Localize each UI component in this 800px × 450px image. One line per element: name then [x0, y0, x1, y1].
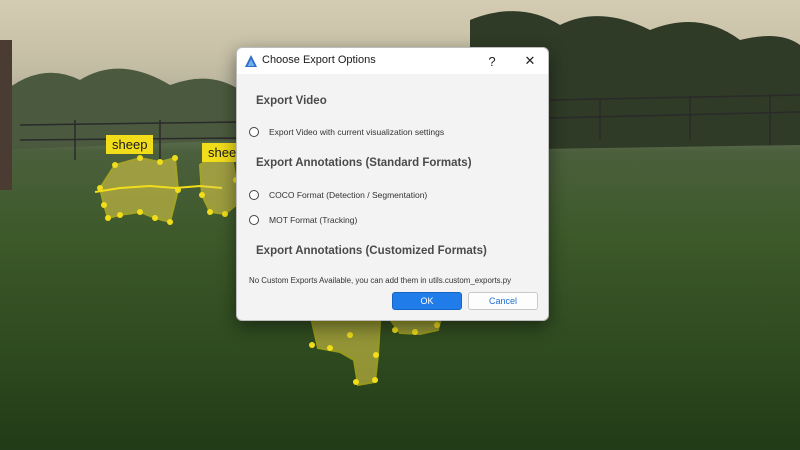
radio-option-coco[interactable]: COCO Format (Detection / Segmentation)	[249, 188, 427, 202]
dialog-title-bar: Choose Export Options ? ✕	[237, 48, 548, 74]
help-button[interactable]: ?	[475, 48, 509, 74]
ok-button[interactable]: OK	[392, 292, 462, 310]
barn-wall	[0, 40, 12, 190]
radio-option-mot[interactable]: MOT Format (Tracking)	[249, 213, 357, 227]
close-button[interactable]: ✕	[513, 48, 547, 74]
section-heading-video: Export Video	[256, 95, 327, 107]
radio-button[interactable]	[249, 127, 259, 137]
radio-option-export-video[interactable]: Export Video with current visualization …	[249, 125, 444, 139]
export-options-dialog: Choose Export Options ? ✕ Export Video E…	[236, 47, 549, 321]
sheep-label-1: sheep	[106, 135, 154, 154]
sheep-mask-2	[198, 153, 237, 216]
sheep-label-2: sheep	[202, 143, 236, 162]
dialog-title: Choose Export Options	[262, 54, 376, 66]
custom-exports-info: No Custom Exports Available, you can add…	[249, 276, 512, 285]
radio-label: MOT Format (Tracking)	[269, 215, 358, 225]
radio-label: COCO Format (Detection / Segmentation)	[269, 190, 428, 200]
section-heading-standard: Export Annotations (Standard Formats)	[256, 157, 472, 169]
radio-label: Export Video with current visualization …	[269, 127, 445, 137]
radio-button[interactable]	[249, 215, 259, 225]
section-heading-custom: Export Annotations (Customized Formats)	[256, 245, 487, 257]
cancel-button[interactable]: Cancel	[468, 292, 538, 310]
radio-button[interactable]	[249, 190, 259, 200]
app-logo-icon	[245, 55, 257, 67]
